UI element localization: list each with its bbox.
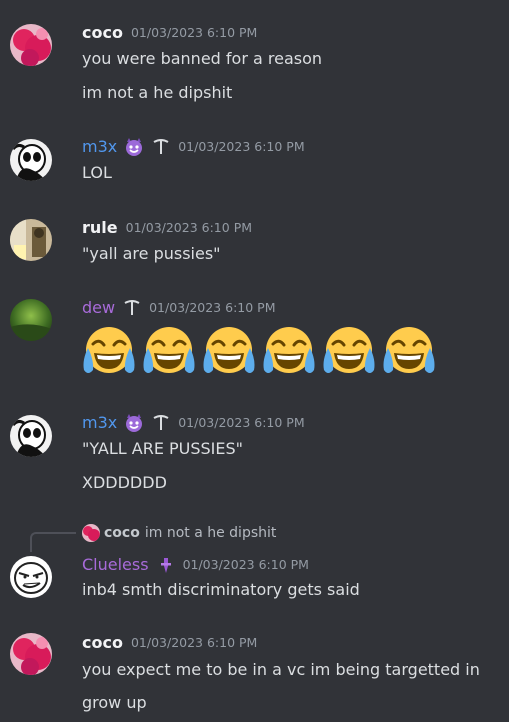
message-text: "YALL ARE PUSSIES" — [82, 439, 244, 458]
avatar-m3x[interactable] — [10, 139, 52, 181]
avatar-coco[interactable] — [10, 24, 52, 66]
joy-emoji — [200, 324, 258, 380]
message-text: XDDDDDD — [82, 473, 167, 492]
author-name[interactable]: m3x — [82, 137, 117, 157]
avatar-rule[interactable] — [10, 219, 52, 261]
timestamp: 01/03/2023 6:10 PM — [130, 635, 258, 650]
timestamp: 01/03/2023 6:10 PM — [130, 25, 258, 40]
message-text: "yall are pussies" — [82, 244, 221, 263]
avatar-coco[interactable] — [10, 633, 52, 675]
joy-emoji — [80, 324, 138, 380]
timestamp: 01/03/2023 6:10 PM — [182, 557, 309, 572]
smiling-imp-icon — [124, 137, 144, 157]
author-name[interactable]: dew — [82, 298, 115, 318]
author-name[interactable]: m3x — [82, 413, 117, 433]
dagger-icon — [157, 556, 175, 574]
avatar-m3x[interactable] — [10, 415, 52, 457]
message-text: you expect me to be in a vc im being tar… — [82, 660, 480, 679]
reply-text: im not a he dipshit — [144, 525, 277, 541]
pickaxe-icon — [152, 138, 170, 156]
message-text: you were banned for a reason — [82, 49, 323, 68]
joy-emoji — [260, 324, 318, 380]
timestamp: 01/03/2023 6:10 PM — [178, 139, 305, 154]
timestamp: 01/03/2023 6:10 PM — [178, 415, 305, 430]
avatar-dew[interactable] — [10, 299, 52, 341]
message-text: inb4 smth discriminatory gets said — [82, 580, 360, 599]
message-text: im not a he dipshit — [82, 83, 233, 102]
joy-emoji — [140, 324, 198, 380]
author-name[interactable]: coco — [82, 23, 123, 43]
avatar-coco-small — [82, 524, 100, 542]
reply-author[interactable]: coco — [104, 525, 140, 541]
author-name[interactable]: rule — [82, 218, 118, 238]
joy-emoji — [380, 324, 438, 380]
timestamp: 01/03/2023 6:10 PM — [125, 220, 253, 235]
author-name[interactable]: Clueless — [82, 555, 149, 575]
avatar-clueless[interactable] — [10, 556, 52, 598]
reply-connector — [30, 532, 76, 552]
message-text: LOL — [82, 163, 112, 182]
message-text: grow up — [82, 693, 147, 712]
timestamp: 01/03/2023 6:10 PM — [149, 300, 276, 315]
reply-preview[interactable]: coco im not a he dipshit — [82, 524, 276, 542]
author-name[interactable]: coco — [82, 633, 123, 653]
pickaxe-icon — [123, 299, 141, 317]
pickaxe-icon — [152, 414, 170, 432]
smiling-imp-icon — [124, 413, 144, 433]
joy-emoji — [320, 324, 378, 380]
